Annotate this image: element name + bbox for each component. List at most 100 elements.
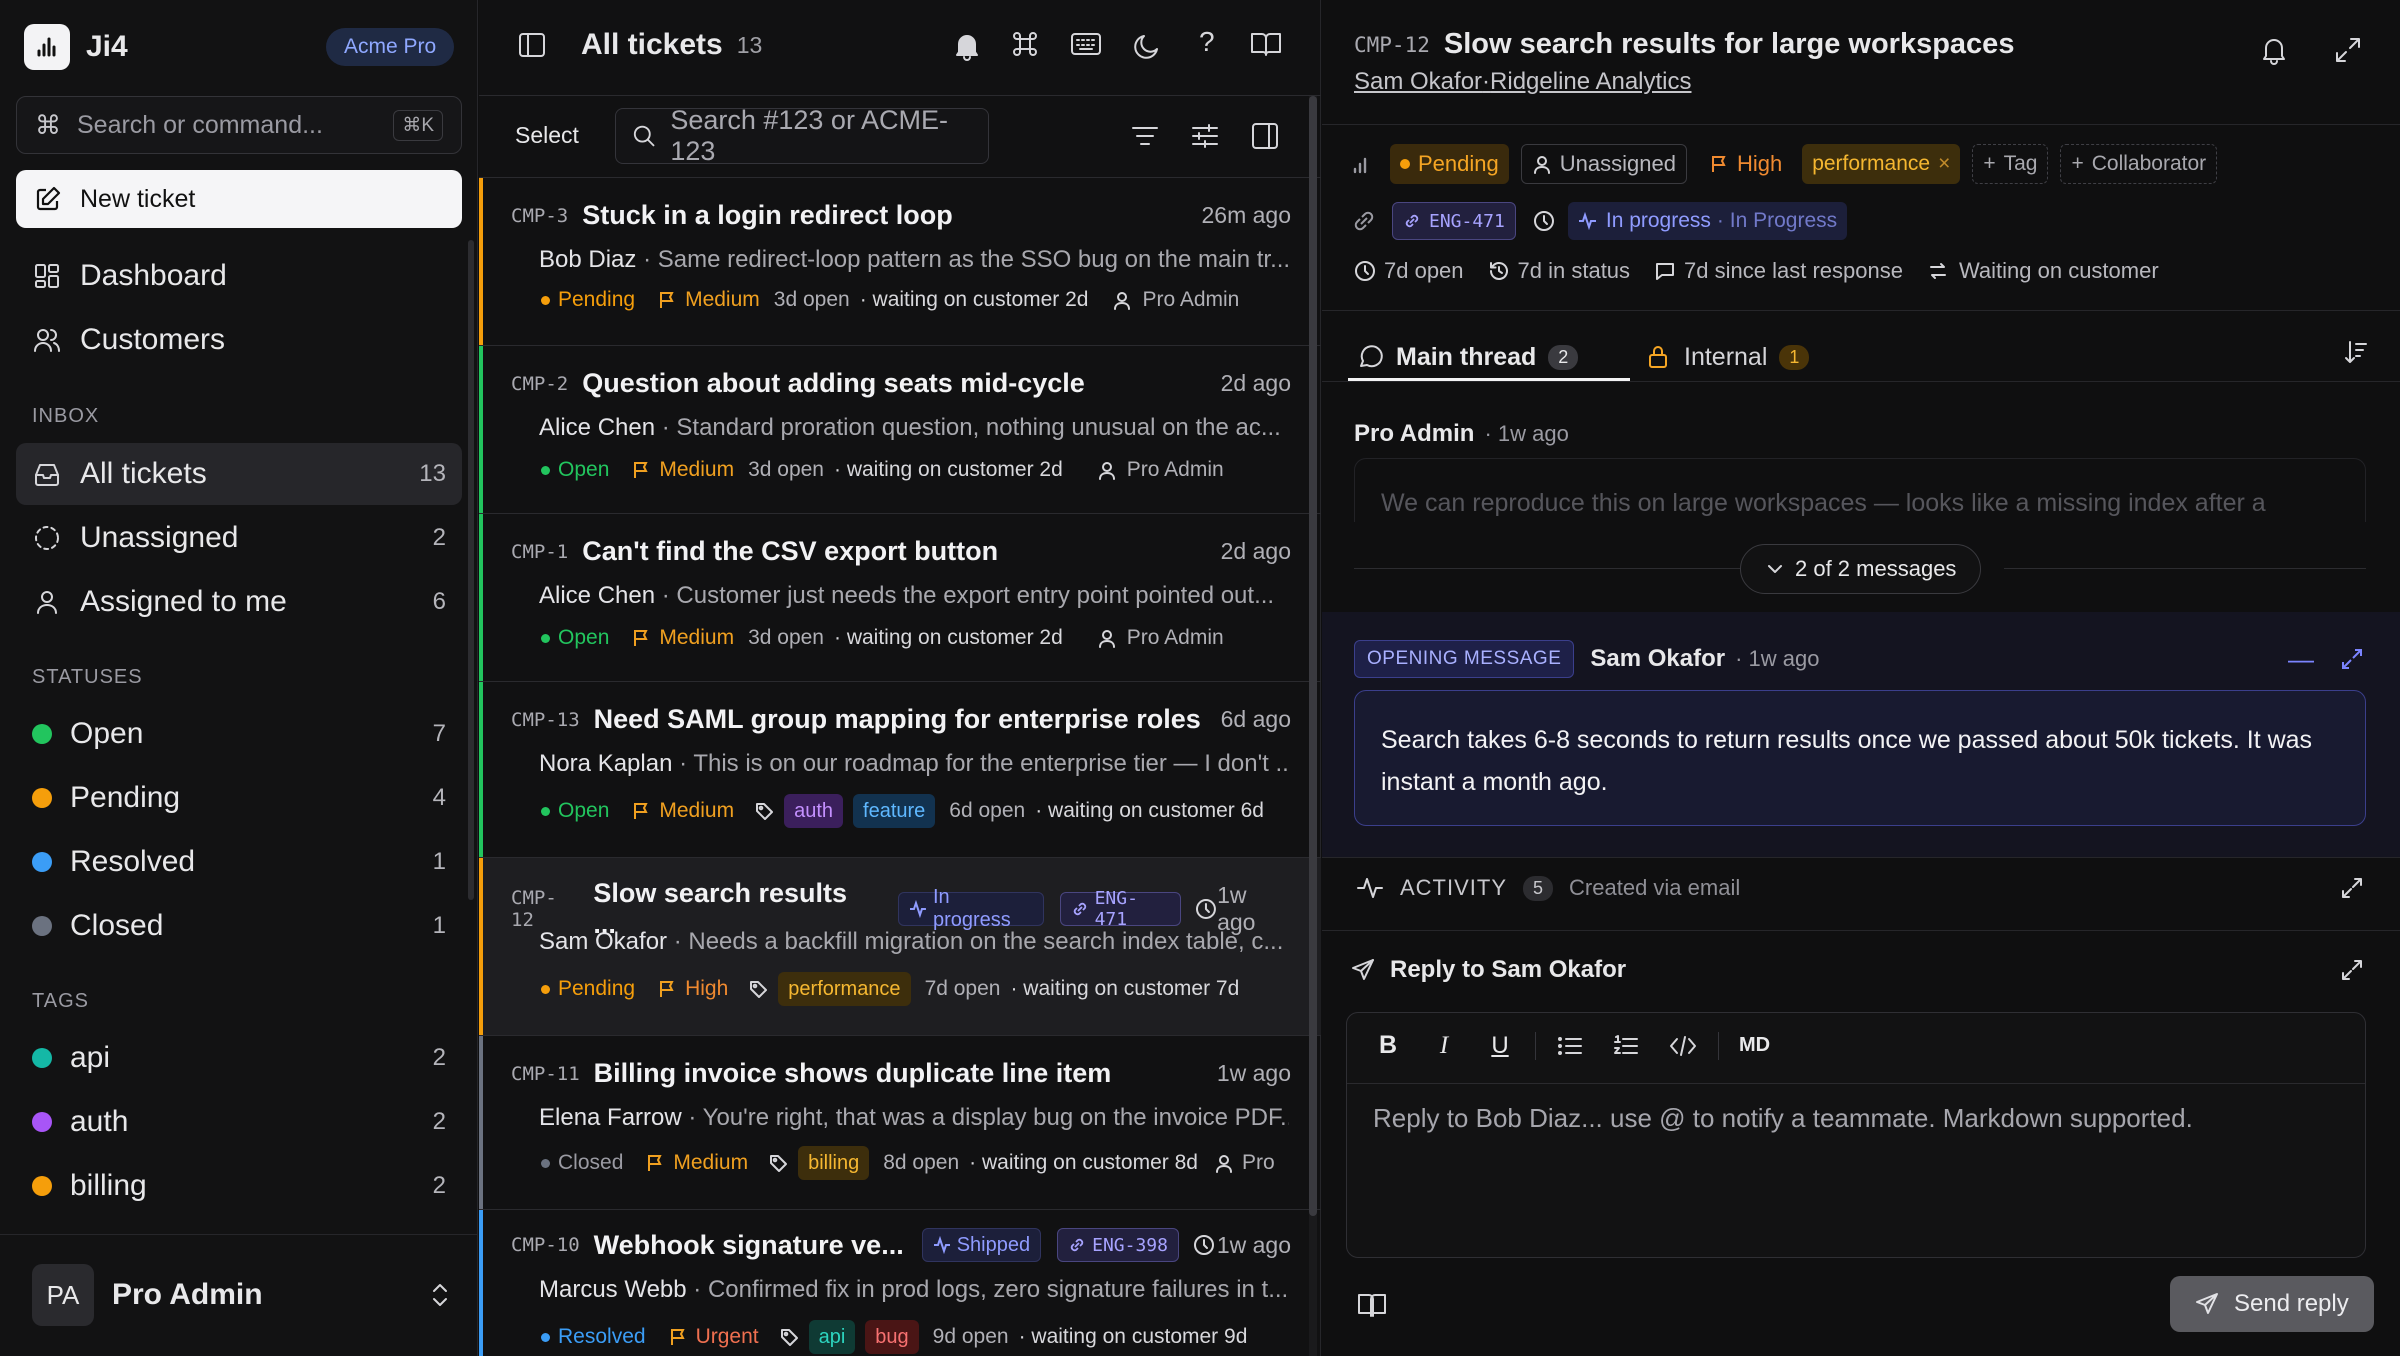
expand-icon[interactable] [2338,645,2366,673]
assignee-dropdown[interactable]: Unassigned [1520,144,1687,184]
nav-dashboard[interactable]: Dashboard [16,245,462,307]
collapsed-message-preview[interactable]: We can reproduce this on large workspace… [1354,458,2366,522]
bullet-list-icon[interactable] [1556,1032,1584,1060]
link-icon [1354,211,1374,231]
ticket-waiting: · waiting on customer 2d [834,458,1063,481]
command-search[interactable]: ⌘ Search or command... ⌘K [16,96,462,154]
ticket-row[interactable]: CMP-2 Question about adding seats mid-cyc… [479,346,1321,514]
status-resolved[interactable]: Resolved 1 [16,831,462,893]
select-button[interactable]: Select [515,122,579,149]
tab-main-thread[interactable]: Main thread 2 [1348,334,1586,380]
help-icon[interactable]: ? [1199,26,1215,58]
minimize-icon[interactable]: — [2288,644,2314,675]
command-search-placeholder: Search or command... [77,110,323,139]
tag-chip[interactable]: bug [865,1320,919,1354]
progress-badge[interactable]: Shipped [921,1228,1042,1262]
reply-header: Reply to Sam Okafor [1350,956,2366,984]
add-tag-button[interactable]: + Tag [1972,144,2049,184]
nav-all-tickets-count: 13 [419,460,446,487]
divider [1322,310,2400,311]
detail-customer-link[interactable]: Sam Okafor · Ridgeline Analytics [1354,68,1692,96]
command-icon[interactable] [1009,28,1041,60]
ticket-row[interactable]: CMP-3 Stuck in a login redirect loop 26m a… [479,178,1321,346]
panel-right-icon[interactable] [1249,120,1281,152]
brand-name: Ji4 [86,30,128,63]
tag-chip[interactable]: api [808,1320,856,1354]
bold-icon[interactable]: B [1373,1031,1403,1060]
send-reply-button[interactable]: Send reply [2170,1276,2374,1332]
inbox-section-title: INBOX [32,405,100,427]
linked-issue-badge[interactable]: ENG-471 [1392,202,1516,240]
markdown-toggle[interactable]: MD [1739,1034,1770,1057]
ticket-waiting: · waiting on customer 6d [1035,799,1264,822]
tag-dot [32,1048,52,1068]
brand[interactable]: Ji4 [24,24,128,70]
divider [479,95,1321,96]
nav-assigned-to-me[interactable]: Assigned to me 6 [16,571,462,633]
moon-icon[interactable] [1131,30,1163,62]
reply-editor: B I U MD Reply to Bob Diaz... use @ to n… [1346,1012,2366,1258]
book-open-icon[interactable] [1249,28,1283,60]
tag-auth[interactable]: auth 2 [16,1091,462,1153]
status-closed[interactable]: Closed 1 [16,895,462,957]
remove-tag-icon[interactable]: × [1938,152,1950,176]
nav-customers[interactable]: Customers [16,309,462,371]
linked-issue-badge[interactable]: ENG-398 [1057,1228,1179,1262]
expand-icon[interactable] [2338,956,2366,984]
linked-issue-badge[interactable]: ENG-471 [1059,888,1182,930]
add-collaborator-button[interactable]: + Collaborator [2060,144,2218,184]
status-open[interactable]: Open 7 [16,703,462,765]
italic-icon[interactable]: I [1429,1032,1459,1060]
sidebar: Ji4 Acme Pro ⌘ Search or command... ⌘K N… [0,0,478,1356]
tab-internal[interactable]: Internal 1 [1634,334,1821,380]
flag-icon [670,1329,685,1345]
tag-chip[interactable]: feature [853,794,936,828]
sliders-icon[interactable] [1189,120,1221,152]
numbered-list-icon[interactable] [1612,1032,1640,1060]
book-open-icon[interactable] [1356,1288,1388,1320]
activity-row[interactable]: ACTIVITY 5 Created via email [1356,874,2366,902]
reply-textarea[interactable]: Reply to Bob Diaz... use @ to notify a t… [1373,1103,2333,1243]
ticket-row[interactable]: CMP-13 Need SAML group mapping for enterp… [479,682,1321,858]
code-icon[interactable] [1668,1032,1698,1060]
nav-unassigned[interactable]: Unassigned 2 [16,507,462,569]
keyboard-icon[interactable] [1069,28,1103,60]
filter-icon[interactable] [1129,120,1161,152]
tag-chip[interactable]: performance × [1802,144,1961,184]
plan-badge[interactable]: Acme Pro [326,28,455,66]
tag-chip[interactable]: billing [798,1146,870,1180]
status-dropdown[interactable]: Pending [1390,144,1509,184]
tag-icon [780,1329,798,1346]
underline-icon[interactable]: U [1485,1032,1515,1060]
progress-badge[interactable]: In progress · In Progress [1567,202,1848,240]
expand-icon[interactable] [2332,34,2364,66]
flag-icon [1711,156,1726,172]
ticket-row[interactable]: CMP-1 Can't find the CSV export button 2d … [479,514,1321,682]
expand-icon[interactable] [2338,874,2366,902]
ticket-row-selected[interactable]: CMP-12 Slow search results ... In progre… [479,858,1321,1036]
list-scrollbar[interactable] [1309,96,1317,1216]
nav-all-tickets[interactable]: All tickets 13 [16,443,462,505]
activity-icon [933,1236,950,1254]
sort-icon[interactable] [2342,338,2370,366]
status-stripe [479,178,483,345]
ticket-row[interactable]: CMP-11 Billing invoice shows duplicate li… [479,1036,1321,1210]
bell-icon[interactable] [951,30,983,62]
ticket-row[interactable]: CMP-10 Webhook signature ve... Shipped E… [479,1210,1321,1356]
status-stripe [479,1210,483,1356]
clock-icon [1193,1235,1214,1255]
bell-icon[interactable] [2258,34,2290,66]
progress-badge[interactable]: In progress [898,886,1044,931]
tag-billing[interactable]: billing 2 [16,1155,462,1217]
new-ticket-button[interactable]: New ticket [16,170,462,228]
priority-dropdown[interactable]: High [1699,144,1792,184]
expand-messages-button[interactable]: 2 of 2 messages [1740,544,1982,594]
ticket-search-input[interactable]: Search #123 or ACME-123 [615,105,989,166]
status-pending[interactable]: Pending 4 [16,767,462,829]
sidebar-scrollbar[interactable] [468,240,474,900]
tag-chip[interactable]: auth [784,794,844,828]
sidebar-toggle-icon[interactable] [517,30,547,60]
tag-chip[interactable]: performance [778,972,911,1006]
user-menu[interactable]: PA Pro Admin [32,1264,452,1326]
tag-api[interactable]: api 2 [16,1027,462,1089]
